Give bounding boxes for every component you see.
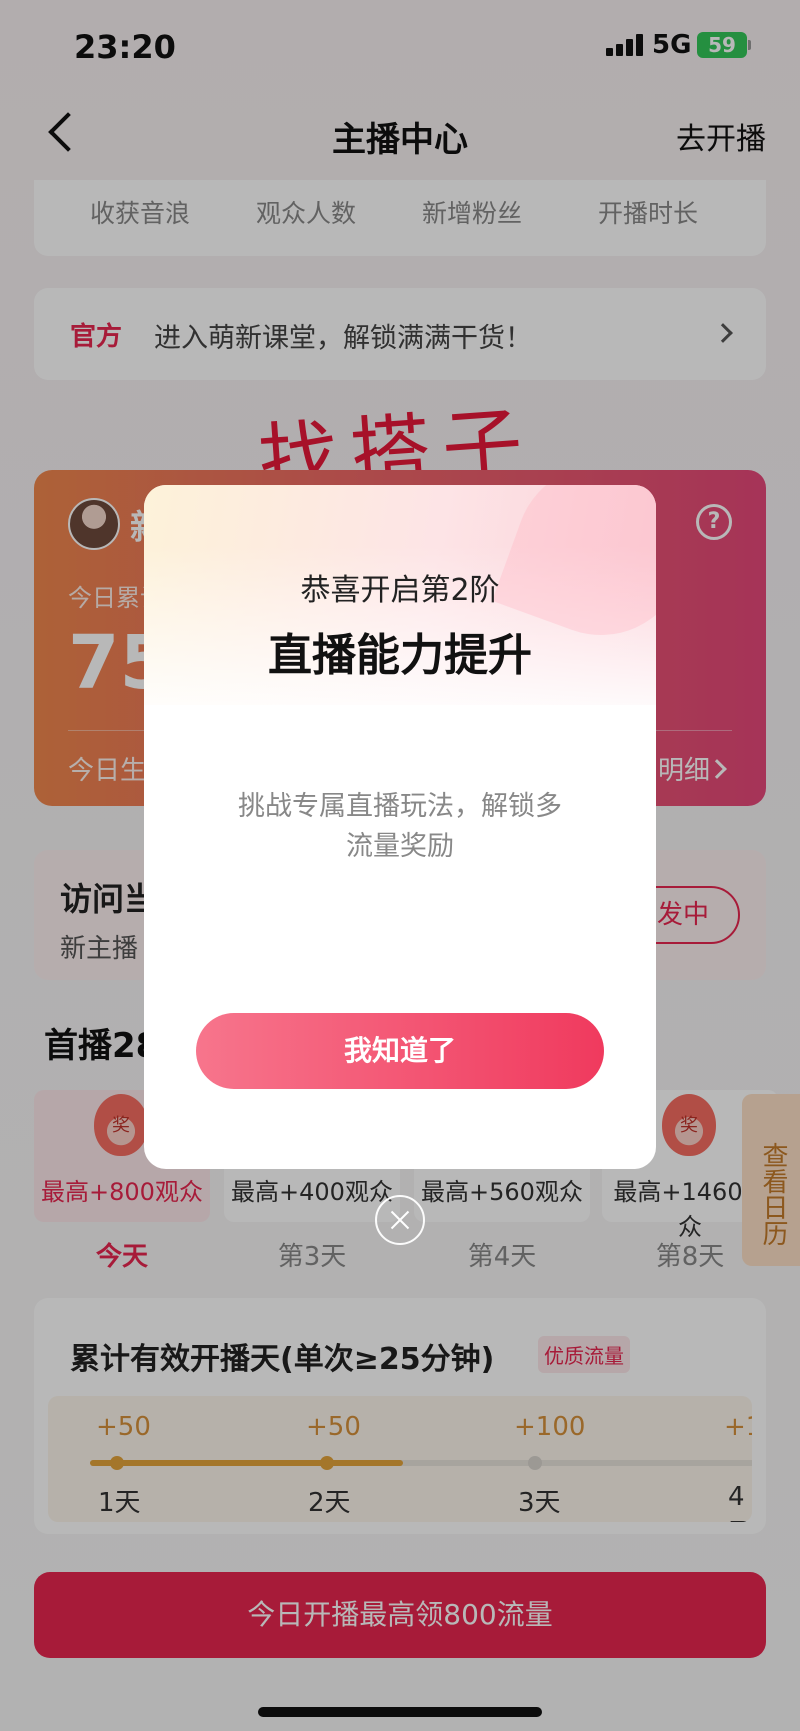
got-it-button[interactable]: 我知道了 xyxy=(196,1013,604,1089)
level-up-modal: 恭喜开启第2阶 直播能力提升 挑战专属直播玩法，解锁多流量奖励 我知道了 xyxy=(144,485,656,1169)
modal-title: 直播能力提升 xyxy=(268,630,532,681)
modal-description: 挑战专属直播玩法，解锁多流量奖励 xyxy=(238,791,562,862)
modal-subtitle: 恭喜开启第2阶 xyxy=(300,573,500,608)
close-icon[interactable] xyxy=(375,1195,425,1245)
